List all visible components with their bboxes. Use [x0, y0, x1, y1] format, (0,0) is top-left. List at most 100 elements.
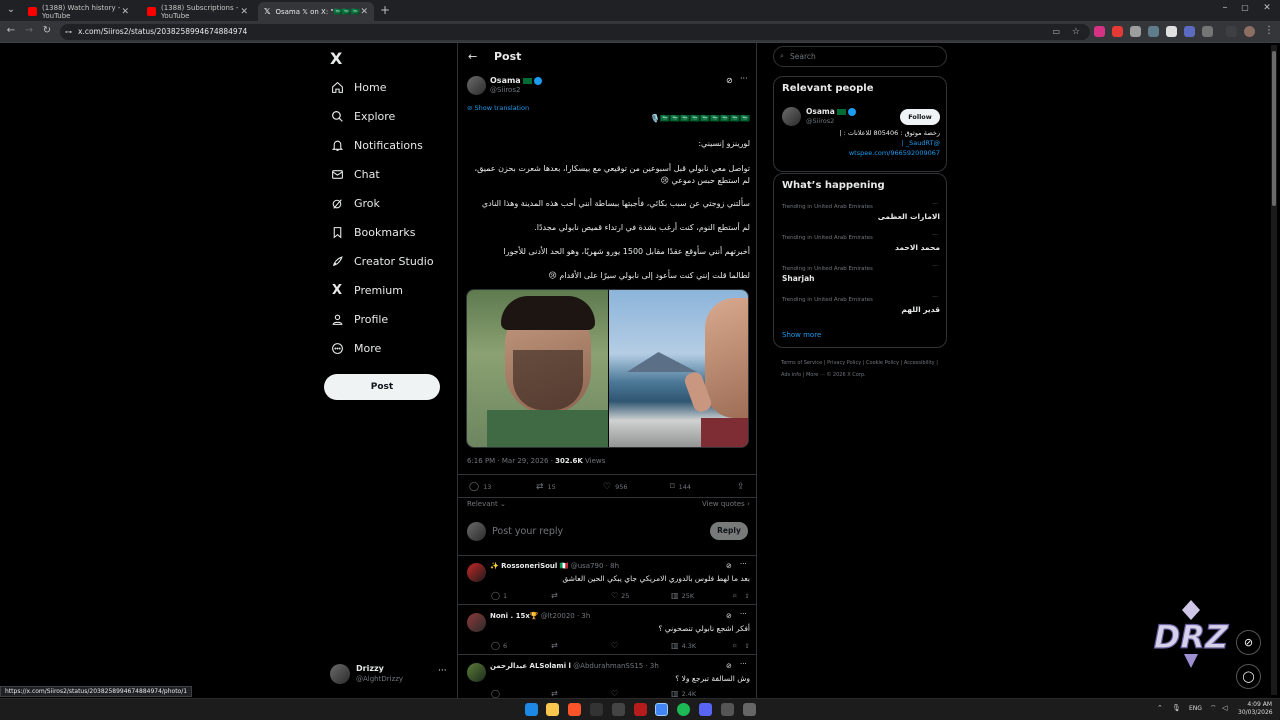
page-scrollbar[interactable]: [1271, 45, 1277, 695]
like-action[interactable]: ♡: [611, 641, 671, 650]
footer-link-privacy[interactable]: Privacy Policy: [827, 360, 861, 366]
back-arrow-icon[interactable]: ←: [468, 50, 477, 63]
author-handle[interactable]: @Siiros2: [490, 86, 520, 94]
reply-item[interactable]: Noni . 15x🏆 @lt20020 · 3h ⊘ ··· أفكر اشج…: [458, 606, 756, 655]
reply-item[interactable]: ✨ RossoneriSoul 🇮🇹 @usa790 · 8h ⊘ ··· بع…: [458, 556, 756, 605]
reply-input[interactable]: Post your reply: [492, 526, 563, 537]
settings-icon[interactable]: [721, 703, 734, 716]
spotify-icon[interactable]: [677, 703, 690, 716]
repost-action[interactable]: ⇄ 15: [536, 482, 603, 492]
reply-handle[interactable]: @usa790 · 8h: [571, 562, 619, 570]
grok-float-button[interactable]: ⊘: [1236, 630, 1261, 655]
like-action[interactable]: ♡ 956: [603, 482, 670, 492]
views-action[interactable]: ▥ 4.3K: [671, 641, 733, 650]
menu-kebab-icon[interactable]: ⋮: [1262, 25, 1276, 36]
photo-left[interactable]: [467, 290, 608, 447]
show-more-link[interactable]: Show more: [782, 331, 821, 339]
app-icon[interactable]: [743, 703, 756, 716]
post-timestamp[interactable]: 6:16 PM · Mar 29, 2026 · 302.6K Views: [467, 457, 605, 465]
back-icon[interactable]: ←: [4, 25, 18, 36]
footer-link-accessibility[interactable]: Accessibility: [904, 360, 935, 366]
more-dots-icon[interactable]: ···: [932, 232, 938, 239]
reply-action[interactable]: ◯ 13: [469, 482, 536, 492]
post-media[interactable]: [466, 289, 749, 448]
repost-action[interactable]: ⇄: [551, 641, 611, 650]
sidebar-item-home[interactable]: Home: [330, 76, 386, 98]
repost-action[interactable]: ⇄: [551, 591, 611, 600]
extension-icon[interactable]: [1094, 26, 1105, 37]
close-icon[interactable]: ✕: [121, 7, 129, 17]
x-logo[interactable]: X: [330, 49, 342, 68]
reply-author-name[interactable]: Noni . 15x🏆: [490, 612, 539, 620]
more-dots-icon[interactable]: ···: [932, 294, 938, 301]
chrome-icon[interactable]: [655, 703, 668, 716]
language-indicator[interactable]: ENG: [1189, 705, 1202, 712]
trend-item[interactable]: Trending in United Arab Emirates ··· الا…: [782, 201, 940, 230]
grok-icon[interactable]: ⊘: [726, 76, 733, 85]
sort-relevant-dropdown[interactable]: Relevant ⌄: [467, 500, 506, 508]
more-dots-icon[interactable]: ···: [932, 263, 938, 270]
app-icon[interactable]: [590, 703, 603, 716]
reply-item[interactable]: عبدالرحمن ALSolami l @AbdurahmanSS15 · 3…: [458, 656, 756, 698]
extension-icon[interactable]: [1184, 26, 1195, 37]
search-input[interactable]: ⌕ Search: [773, 46, 947, 67]
tray-chevron-icon[interactable]: ⌃: [1157, 704, 1163, 712]
view-quotes-link[interactable]: View quotes ›: [702, 500, 750, 508]
file-explorer-icon[interactable]: [546, 703, 559, 716]
trend-item[interactable]: Trending in United Arab Emirates ··· محم…: [782, 232, 940, 261]
extensions-puzzle-icon[interactable]: [1202, 26, 1213, 37]
bookmark-action[interactable]: ⌑ 144: [670, 482, 737, 492]
like-action[interactable]: ♡: [611, 689, 671, 698]
more-dots-icon[interactable]: ···: [438, 666, 447, 676]
reply-button[interactable]: Reply: [710, 522, 748, 540]
tab-watch-history[interactable]: (1388) Watch history - YouTube ✕: [22, 2, 135, 21]
sidebar-item-creator-studio[interactable]: Creator Studio: [330, 250, 434, 272]
more-dots-icon[interactable]: ···: [740, 74, 748, 83]
trend-item[interactable]: Trending in United Arab Emirates ··· Sha…: [782, 263, 940, 292]
repost-action[interactable]: ⇄: [551, 689, 611, 698]
person-bio-mention[interactable]: @SaudRT_ |: [806, 139, 940, 147]
window-close-icon[interactable]: ✕: [1260, 3, 1274, 13]
sidebar-item-bookmarks[interactable]: Bookmarks: [330, 221, 415, 243]
tab-x-post[interactable]: 𝕏 Osama 𝕏 on X: "🇸🇦🇸🇦🇸🇦🇸🇦🇸🇦🇸🇦 ✕: [258, 2, 374, 21]
minimize-icon[interactable]: –: [1218, 2, 1232, 13]
grok-icon[interactable]: ⊘: [726, 662, 732, 670]
close-icon[interactable]: ✕: [360, 7, 368, 17]
share-icon[interactable]: ⇪: [744, 591, 749, 600]
share-action[interactable]: ⇪: [737, 482, 745, 492]
bookmark-star-icon[interactable]: ☆: [1072, 24, 1080, 40]
grok-icon[interactable]: ⊘: [726, 612, 732, 620]
extension-icon[interactable]: [1148, 26, 1159, 37]
site-info-icon[interactable]: ⊶: [65, 24, 72, 40]
person-name[interactable]: Osama: [806, 107, 856, 116]
app-icon[interactable]: [612, 703, 625, 716]
sidebar-item-notifications[interactable]: Notifications: [330, 134, 423, 156]
scrollbar-thumb[interactable]: [1272, 51, 1276, 206]
cast-icon[interactable]: ▭: [1052, 24, 1060, 40]
sidebar-item-chat[interactable]: Chat: [330, 163, 380, 185]
footer-link-more[interactable]: More ···: [806, 372, 825, 378]
account-switcher[interactable]: Drizzy @AlghtDrizzy ···: [330, 662, 454, 690]
bookmark-icon[interactable]: ⌑: [733, 641, 736, 650]
author-name[interactable]: Osama: [490, 76, 542, 85]
more-dots-icon[interactable]: ···: [740, 660, 747, 668]
avatar[interactable]: [467, 563, 486, 582]
profile-avatar-icon[interactable]: [1244, 26, 1255, 37]
grok-icon[interactable]: ⊘: [726, 562, 732, 570]
views-action[interactable]: ▥ 25K: [671, 591, 733, 600]
sidebar-item-more[interactable]: More: [330, 337, 381, 359]
reply-action[interactable]: ◯ 6: [491, 641, 551, 650]
footer-link-cookie[interactable]: Cookie Policy: [866, 360, 899, 366]
reply-handle[interactable]: @lt20020 · 3h: [541, 612, 591, 620]
tab-list-icon[interactable]: ⌄: [4, 4, 18, 15]
extension-icon[interactable]: [1130, 26, 1141, 37]
views-action[interactable]: ▥ 2.4K: [671, 689, 733, 698]
sidebar-item-premium[interactable]: X Premium: [330, 279, 403, 301]
discord-icon[interactable]: [699, 703, 712, 716]
person-bio-link[interactable]: wtspee.com/966592009067: [806, 149, 940, 157]
more-dots-icon[interactable]: ···: [740, 610, 747, 618]
reply-action[interactable]: ◯: [491, 689, 551, 698]
wifi-icon[interactable]: ⌔: [1210, 704, 1217, 713]
reply-author-name[interactable]: ✨ RossoneriSoul 🇮🇹: [490, 562, 568, 570]
sidebar-item-grok[interactable]: Grok: [330, 192, 380, 214]
